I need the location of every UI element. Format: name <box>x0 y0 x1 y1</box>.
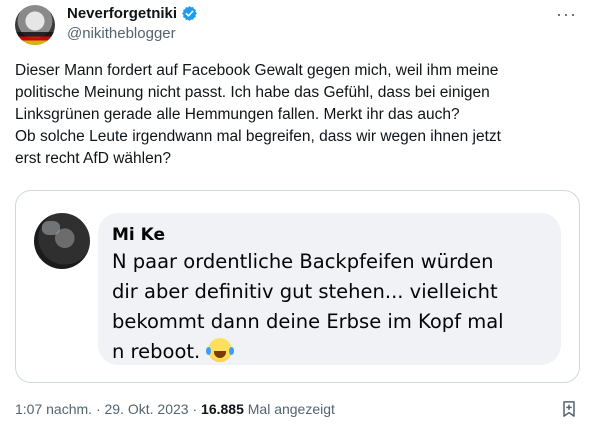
comment-last-line: n reboot. <box>112 337 547 367</box>
views-label: Mal angezeigt <box>247 401 335 417</box>
tweet-line: politische Meinung nicht passt. Ich habe… <box>15 84 490 101</box>
attached-image-card[interactable]: Mi Ke N paar ordentliche Backpfeifen wür… <box>15 190 580 383</box>
more-options-icon[interactable]: ··· <box>556 4 577 25</box>
commenter-name: Mi Ke <box>112 225 166 245</box>
author-handle[interactable]: @nikitheblogger <box>67 25 176 42</box>
verified-badge-icon <box>182 6 197 21</box>
tweet-line: erst recht AfD wählen? <box>15 150 171 167</box>
author-display-name[interactable]: Neverforgetniki <box>67 5 177 22</box>
comment-bubble: Mi Ke N paar ordentliche Backpfeifen wür… <box>98 213 561 365</box>
comment-text: N paar ordentliche Backpfeifen würden di… <box>112 247 547 367</box>
avatar-highlight <box>42 221 60 235</box>
meta-separator: · <box>95 401 101 417</box>
tweet-line: Linksgrünen gerade alle Hemmungen fallen… <box>15 106 460 123</box>
views-count: 16.885 <box>201 401 244 417</box>
commenter-avatar <box>34 213 90 269</box>
author-avatar[interactable] <box>15 5 55 45</box>
tweet-date[interactable]: 29. Okt. 2023 <box>105 401 189 417</box>
tweet-time[interactable]: 1:07 nachm. <box>15 401 92 417</box>
meta-separator: · <box>192 401 198 417</box>
comment-line: dir aber definitiv gut stehen... viellei… <box>112 280 498 303</box>
laughing-crying-emoji-icon <box>206 338 235 362</box>
comment-line: n reboot. <box>112 340 201 363</box>
avatar-flag-overlay <box>15 32 55 45</box>
comment-line: N paar ordentliche Backpfeifen würden <box>112 250 494 273</box>
author-name-row: Neverforgetniki <box>67 5 198 22</box>
tweet-meta: 1:07 nachm. · 29. Okt. 2023 · 16.885 Mal… <box>15 401 335 417</box>
tweet-line: Dieser Mann fordert auf Facebook Gewalt … <box>15 62 499 79</box>
bookmark-icon[interactable] <box>559 399 579 419</box>
comment-line: bekommt dann deine Erbse im Kopf mal <box>112 310 504 333</box>
tweet-line: Ob solche Leute irgendwann mal begreifen… <box>15 128 501 145</box>
tweet-text: Dieser Mann fordert auf Facebook Gewalt … <box>15 60 575 170</box>
